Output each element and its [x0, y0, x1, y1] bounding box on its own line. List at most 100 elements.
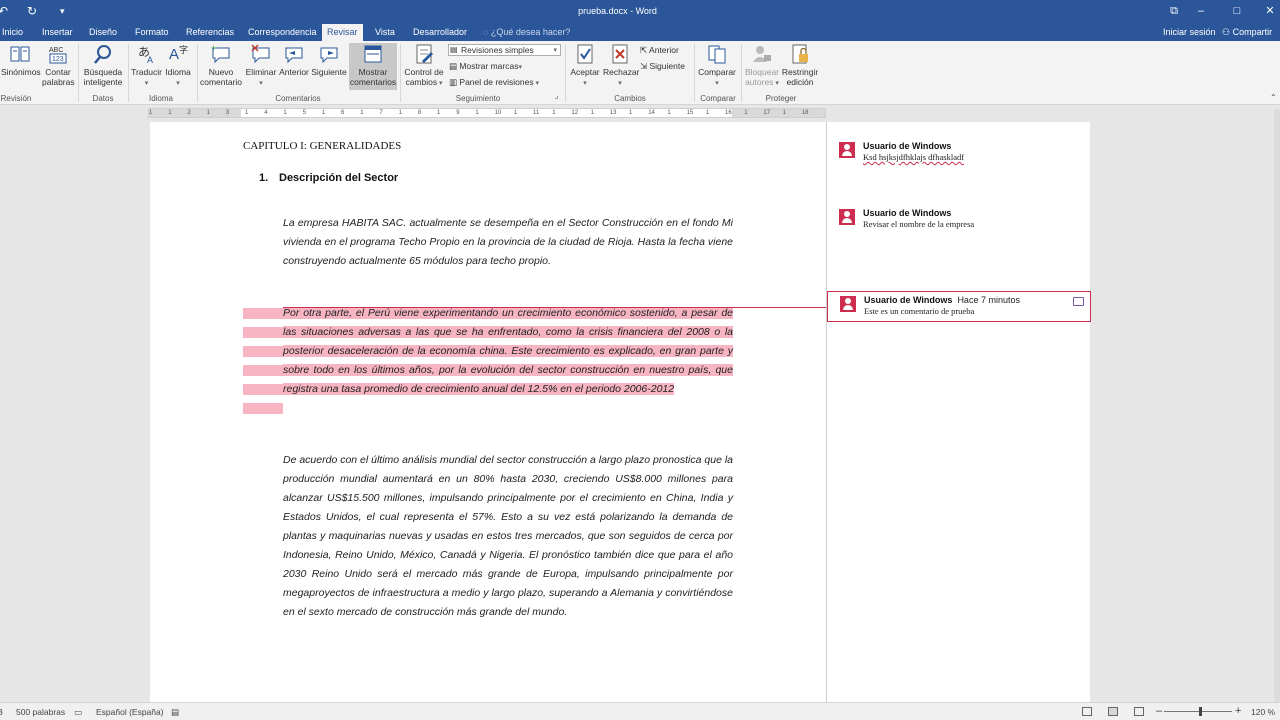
- ribbon-display-options-icon[interactable]: ⧉: [1166, 3, 1182, 19]
- ribbon-tab-bar: Inicio Insertar Diseño Formato Referenci…: [0, 24, 1280, 41]
- tab-referencias[interactable]: Referencias: [181, 24, 239, 41]
- new-comment-button[interactable]: + Nuevo comentario: [199, 43, 243, 87]
- vertical-scrollbar[interactable]: [1274, 109, 1280, 702]
- reviewing-pane-button[interactable]: ▥ Panel de revisiones ▾: [449, 77, 539, 88]
- translate-icon: あA: [138, 45, 153, 65]
- ruler-tick: 16: [725, 110, 732, 116]
- web-layout-icon[interactable]: [1134, 707, 1144, 716]
- reply-icon[interactable]: [1073, 297, 1084, 306]
- horizontal-ruler[interactable]: 1 1 2 1 3 1 4 1 5 1 6 1 7 1 8 1 9 1 10 1 11 1 12 1 13 1 14 1 15 1 16 1 1…: [148, 108, 826, 118]
- proofing-icon[interactable]: ▭: [74, 707, 82, 718]
- ruler-tick: 14: [648, 110, 655, 116]
- chevron-down-icon: ▾: [518, 64, 522, 71]
- show-comments-button[interactable]: Mostrar comentarios: [349, 43, 397, 90]
- word-count-button[interactable]: ABC 123 Contar palabras: [42, 43, 75, 87]
- ruler-tick: 1: [398, 110, 402, 116]
- ruler-tick: 1: [513, 110, 518, 116]
- tab-formato[interactable]: Formato: [130, 24, 174, 41]
- section-heading: Descripción del Sector: [279, 172, 399, 184]
- close-icon[interactable]: ✕: [1262, 3, 1278, 19]
- ruler-tick: 3: [225, 110, 230, 116]
- next-change-button[interactable]: ⇲ Siguiente: [640, 61, 685, 72]
- accept-icon: [577, 44, 593, 64]
- block-authors-icon: [753, 46, 771, 62]
- maximize-icon[interactable]: □: [1229, 3, 1245, 19]
- share-button[interactable]: ⚇ Compartir: [1222, 24, 1272, 41]
- comment-card[interactable]: Usuario de Windows Revisar el nombre de …: [827, 205, 1091, 231]
- zoom-slider-thumb[interactable]: [1199, 707, 1202, 716]
- tab-diseno[interactable]: Diseño: [84, 24, 122, 41]
- word-count-label-2: palabras: [42, 77, 75, 87]
- read-mode-icon[interactable]: [1082, 707, 1092, 716]
- restrict-editing-button[interactable]: Restringir edición: [781, 43, 819, 87]
- zoom-in-icon[interactable]: +: [1235, 705, 1241, 717]
- chevron-down-icon: ▾: [533, 80, 540, 87]
- tell-me-search[interactable]: ◌ ¿Qué desea hacer?: [478, 24, 575, 41]
- ribbon-separator: [400, 44, 401, 102]
- tab-correspondencia[interactable]: Correspondencia: [243, 24, 322, 41]
- show-markup-button[interactable]: ▤ Mostrar marcas▾: [449, 61, 522, 72]
- translate-button[interactable]: あA Traducir ▾: [130, 43, 163, 89]
- block-authors-button[interactable]: Bloquear autores ▾: [743, 43, 781, 89]
- compare-button[interactable]: Comparar ▾: [696, 43, 738, 89]
- chevron-down-icon: ▾: [176, 80, 180, 87]
- zoom-slider[interactable]: [1164, 711, 1232, 712]
- group-label-datos: Datos: [92, 94, 114, 103]
- document-workspace: 1 1 2 1 3 1 4 1 5 1 6 1 7 1 8 1 9 1 10 1 11 1 12 1 13 1 14 1 15 1 16 1 1…: [0, 105, 1280, 702]
- ruler-tick: 17: [763, 110, 771, 116]
- delete-comment-button[interactable]: Eliminar ▾: [244, 43, 278, 89]
- ruler-tick: 1: [667, 110, 671, 116]
- chevron-down-icon: ▾: [553, 47, 557, 54]
- show-comments-label-1: Mostrar: [358, 67, 388, 77]
- zoom-level[interactable]: 120 %: [1251, 707, 1275, 717]
- user-avatar-icon: [839, 142, 855, 158]
- print-layout-icon[interactable]: [1108, 707, 1118, 716]
- comment-text: Revisar el nombre de la empresa: [863, 219, 975, 229]
- language-button[interactable]: A字 Idioma ▾: [163, 43, 193, 89]
- comment-highlight-margin: [243, 403, 283, 414]
- page-indicator[interactable]: 3: [0, 707, 3, 717]
- tab-inicio[interactable]: Inicio: [0, 24, 28, 41]
- ruler-tick: 1: [629, 110, 633, 116]
- svg-text:ABC: ABC: [49, 47, 63, 54]
- comments-markup-pane: Usuario de Windows Ksd hsjksjdfhklajs df…: [826, 122, 1091, 702]
- synonyms-button[interactable]: Sinónimos: [1, 43, 41, 77]
- ruler-tick: 15: [686, 110, 694, 116]
- tab-vista[interactable]: Vista: [370, 24, 400, 41]
- ruler-tick: 13: [609, 110, 617, 116]
- display-for-review-select[interactable]: Revisiones simples ▾: [448, 44, 561, 56]
- tab-revisar[interactable]: Revisar: [322, 24, 363, 41]
- collapse-ribbon-icon[interactable]: ⌃: [1270, 93, 1277, 102]
- sign-in-link[interactable]: Iniciar sesión: [1163, 24, 1216, 41]
- group-label-cambios: Cambios: [614, 94, 646, 103]
- ruler-tick: 6: [341, 110, 345, 116]
- accept-button[interactable]: Aceptar ▾: [567, 43, 603, 89]
- zoom-out-icon[interactable]: –: [1156, 705, 1162, 717]
- next-comment-label: Siguiente: [311, 67, 347, 77]
- comment-card[interactable]: Usuario de Windows Ksd hsjksjdfhklajs df…: [827, 138, 1091, 164]
- svg-text:A: A: [147, 55, 153, 65]
- ruler-tick: 1: [283, 110, 287, 116]
- next-comment-button[interactable]: Siguiente: [311, 43, 347, 77]
- previous-comment-button[interactable]: Anterior: [278, 43, 310, 77]
- chevron-down-icon: ▾: [715, 80, 719, 87]
- track-changes-icon: [416, 44, 433, 64]
- comment-highlight-margin: [243, 346, 283, 357]
- block-authors-label-2: autores: [745, 77, 774, 87]
- chapter-heading: CAPITULO I: GENERALIDADES: [243, 140, 402, 152]
- ruler-tick: 1: [149, 110, 153, 116]
- previous-change-button[interactable]: ⇱ Anterior: [640, 45, 679, 56]
- tab-desarrollador[interactable]: Desarrollador: [408, 24, 472, 41]
- smart-lookup-button[interactable]: Búsqueda inteligente: [81, 43, 125, 87]
- tab-insertar[interactable]: Insertar: [37, 24, 78, 41]
- minimize-icon[interactable]: –: [1193, 3, 1209, 19]
- track-changes-button[interactable]: Control de cambios ▾: [402, 43, 446, 89]
- comment-highlight-margin: [243, 365, 283, 376]
- reject-button[interactable]: Rechazar ▾: [603, 43, 639, 89]
- comment-card-active[interactable]: Usuario de Windows Hace 7 minutos Este es…: [827, 291, 1091, 322]
- macro-recording-icon[interactable]: ▤: [171, 707, 179, 718]
- language-status[interactable]: Español (España): [96, 707, 164, 717]
- dialog-launcher-icon[interactable]: ⌟: [555, 92, 558, 100]
- word-count-status[interactable]: 500 palabras: [16, 707, 65, 717]
- document-page[interactable]: CAPITULO I: GENERALIDADES 1. Descripción…: [150, 122, 826, 702]
